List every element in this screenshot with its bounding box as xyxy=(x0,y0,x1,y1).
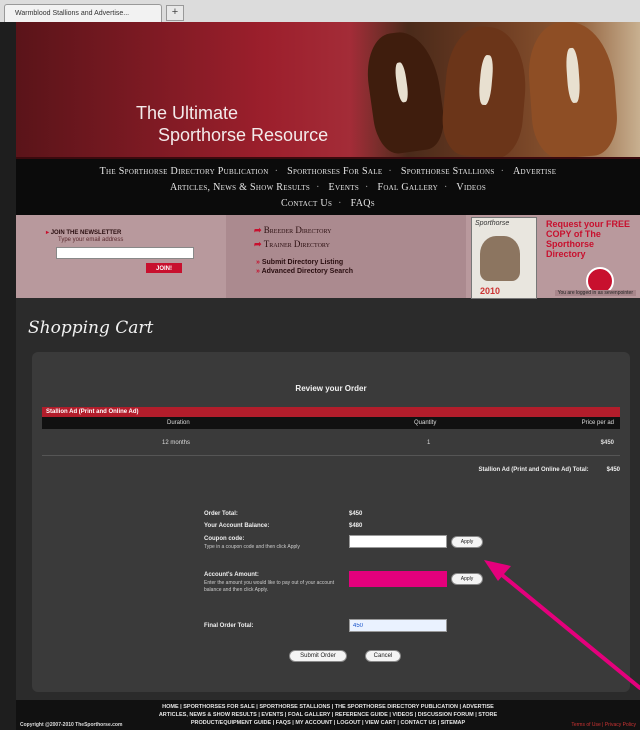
nav-videos[interactable]: Videos xyxy=(456,182,486,193)
newsletter-box: ▸ JOIN THE NEWSLETTER Type your email ad… xyxy=(16,215,226,298)
submit-order-button[interactable]: Submit Order xyxy=(289,650,347,662)
window-left-edge xyxy=(0,22,16,730)
horse-photo xyxy=(350,22,640,157)
final-total-field[interactable] xyxy=(349,619,447,632)
account-amount-apply-button[interactable]: Apply xyxy=(451,573,483,585)
cell-price: $450 xyxy=(600,440,614,446)
nav-contact-us[interactable]: Contact Us xyxy=(281,198,332,209)
browser-tab[interactable]: Warmblood Stallions and Advertise... xyxy=(4,4,162,22)
magazine-cover[interactable]: Sporthorse 2010 xyxy=(471,217,537,299)
horse-image xyxy=(525,22,620,157)
cancel-button[interactable]: Cancel xyxy=(365,650,401,662)
product-header: Stallion Ad (Print and Online Ad) xyxy=(42,407,620,417)
divider xyxy=(42,455,620,456)
footer-links-row1[interactable]: HOME | SPORTHORSES FOR SALE | SPORTHORSE… xyxy=(16,703,640,711)
account-amount-label: Account's Amount: xyxy=(204,572,259,578)
web-page: The Ultimate Sporthorse Resource The Spo… xyxy=(16,22,640,730)
newsletter-email-input[interactable] xyxy=(56,247,194,259)
browser-tab-bar: Warmblood Stallions and Advertise... + xyxy=(0,0,640,23)
main-nav: The Sporthorse Directory Publication · Sp… xyxy=(16,157,640,217)
page-title: Shopping Cart xyxy=(28,318,154,338)
newsletter-label: ▸ JOIN THE NEWSLETTER xyxy=(46,230,122,236)
nav-sporthorses-for-sale[interactable]: Sporthorses For Sale xyxy=(287,166,382,177)
header-banner: The Ultimate Sporthorse Resource xyxy=(16,22,640,157)
column-quantity: Quantity xyxy=(414,420,437,426)
nav-articles[interactable]: Articles, News & Show Results xyxy=(170,182,310,193)
coupon-label: Coupon code: xyxy=(204,536,245,542)
magazine-horse-image xyxy=(480,236,520,281)
nav-advertise[interactable]: Advertise xyxy=(513,166,556,177)
promo-box[interactable]: Sporthorse 2010 Request your FREE COPY o… xyxy=(466,215,640,299)
subtotal-value: $450 xyxy=(606,467,620,473)
nav-events[interactable]: Events xyxy=(329,182,359,193)
order-total-label: Order Total: xyxy=(204,511,238,517)
magazine-title: Sporthorse xyxy=(475,220,510,227)
tagline-line2: Sporthorse Resource xyxy=(158,125,329,145)
order-panel: Review your Order Stallion Ad (Print and… xyxy=(32,352,630,692)
order-total-value: $450 xyxy=(349,511,363,517)
table-header: Duration Quantity Price per ad xyxy=(42,417,620,429)
newsletter-hint: Type your email address xyxy=(58,237,124,243)
review-title: Review your Order xyxy=(295,384,367,393)
site-tagline: The Ultimate Sporthorse Resource xyxy=(136,102,328,146)
column-duration: Duration xyxy=(167,420,190,426)
table-row: 12 months 1 $450 xyxy=(42,437,620,449)
account-balance-value: $480 xyxy=(349,523,363,529)
nav-faqs[interactable]: FAQs xyxy=(351,198,375,209)
arrow-icon: ➦ xyxy=(254,239,264,249)
nav-directory-publication[interactable]: The Sporthorse Directory Publication xyxy=(100,166,269,177)
subtotal-label: Stallion Ad (Print and Online Ad) Total: xyxy=(478,467,589,473)
join-button[interactable]: JOIN! xyxy=(146,263,182,273)
nav-foal-gallery[interactable]: Foal Gallery xyxy=(377,182,438,193)
coupon-code-input[interactable] xyxy=(349,535,447,548)
terms-links[interactable]: Terms of Use | Privacy Policy xyxy=(571,722,636,728)
cell-quantity: 1 xyxy=(427,440,431,446)
horse-image xyxy=(439,23,531,157)
arrow-icon: ➦ xyxy=(254,225,264,235)
footer-links-row2[interactable]: ARTICLES, NEWS & SHOW RESULTS | EVENTS |… xyxy=(16,711,640,719)
cell-duration: 12 months xyxy=(162,440,191,446)
directory-links: ➦ Breeder Directory ➦ Trainer Directory … xyxy=(226,215,466,298)
nav-sporthorse-stallions[interactable]: Sporthorse Stallions xyxy=(401,166,495,177)
new-tab-button[interactable]: + xyxy=(166,5,184,21)
horse-image xyxy=(361,27,449,157)
sub-header: ▸ JOIN THE NEWSLETTER Type your email ad… xyxy=(16,215,640,299)
breeder-directory-link[interactable]: ➦ Breeder Directory xyxy=(254,225,331,236)
coupon-apply-button[interactable]: Apply xyxy=(451,536,483,548)
advanced-search-link[interactable]: » Advanced Directory Search xyxy=(256,268,353,275)
logged-in-status: You are logged in as sevenpointer xyxy=(554,290,636,296)
account-amount-hint: Enter the amount you would like to pay o… xyxy=(204,580,335,593)
column-price: Price per ad xyxy=(581,420,614,426)
trainer-directory-link[interactable]: ➦ Trainer Directory xyxy=(254,239,330,250)
tagline-line1: The Ultimate xyxy=(136,103,239,123)
final-total-label: Final Order Total: xyxy=(204,623,254,629)
copyright: Copyright @2007-2010 TheSporthorse.com xyxy=(20,722,123,728)
submit-listing-link[interactable]: » Submit Directory Listing xyxy=(256,259,343,266)
free-copy-text[interactable]: Request your FREE COPY of The Sporthorse… xyxy=(546,219,636,259)
coupon-hint: Type in a coupon code and then click App… xyxy=(204,544,300,550)
magazine-year: 2010 xyxy=(480,286,501,296)
account-balance-label: Your Account Balance: xyxy=(204,523,270,529)
product-subtotal: Stallion Ad (Print and Online Ad) Total:… xyxy=(479,467,620,473)
account-amount-input[interactable] xyxy=(349,571,447,587)
